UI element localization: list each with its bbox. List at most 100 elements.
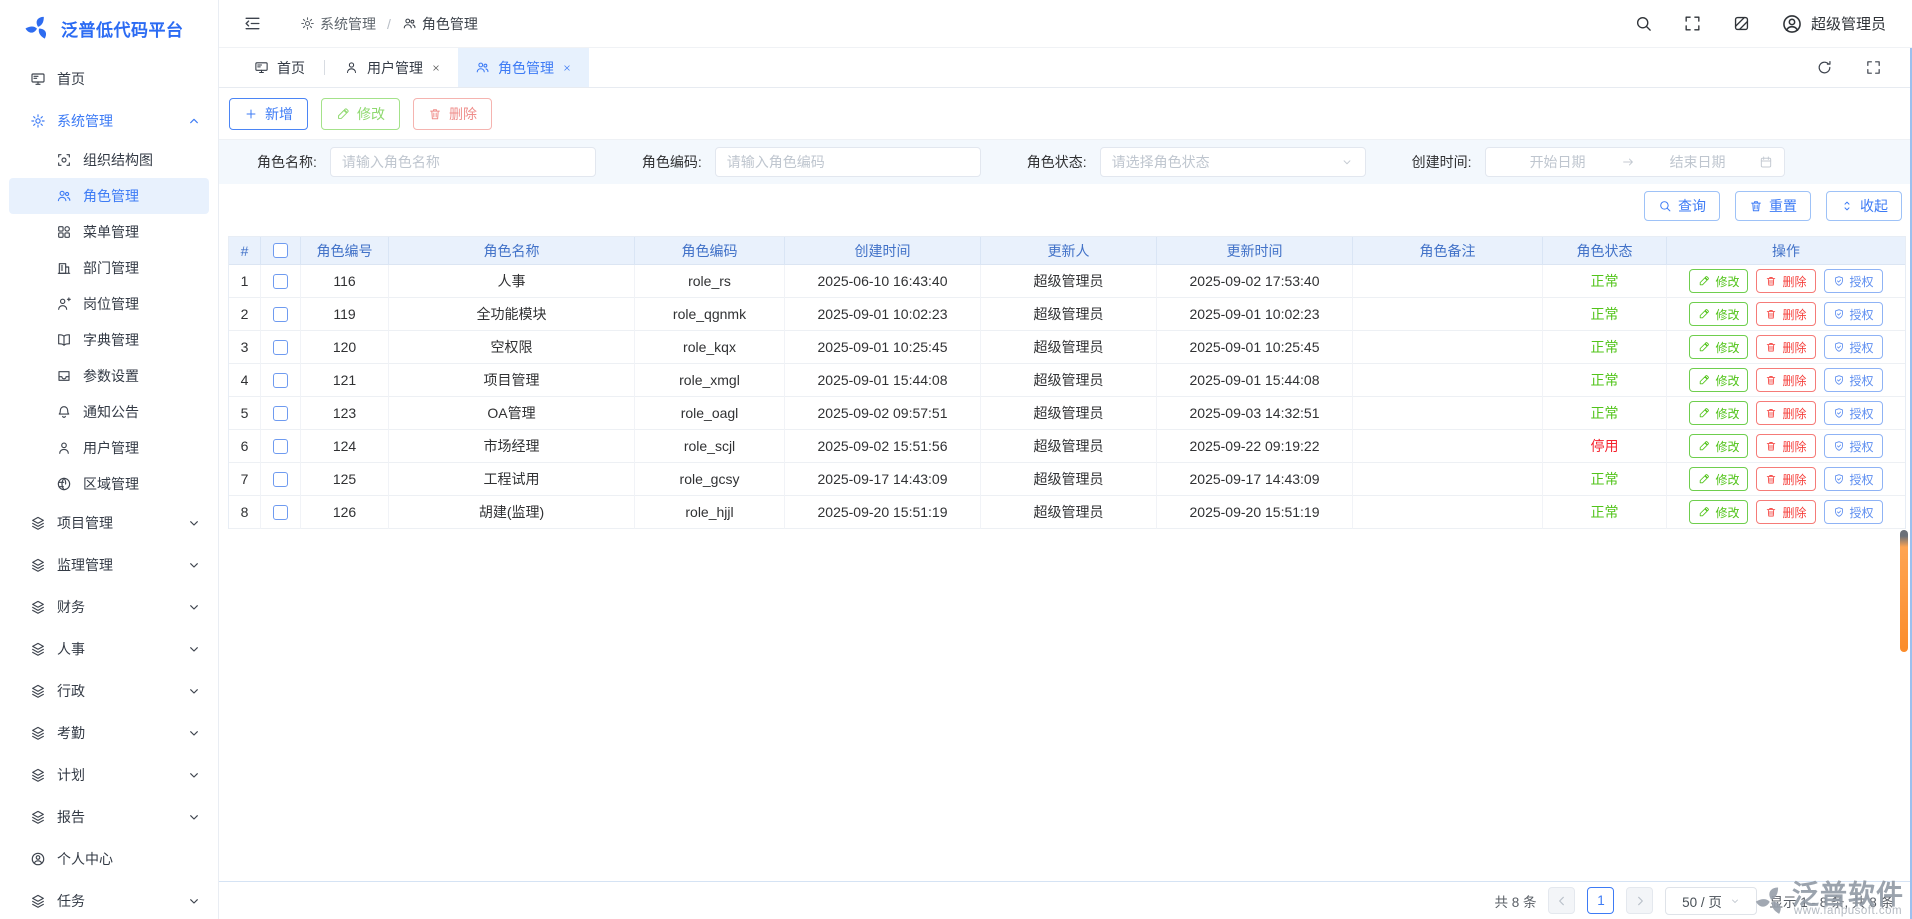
sidebar-item-department-management[interactable]: 部门管理 — [9, 250, 209, 286]
sidebar-item-post-management[interactable]: 岗位管理 — [9, 286, 209, 322]
sidebar-item-finance[interactable]: 财务 — [0, 586, 218, 628]
status-badge: 正常 — [1591, 403, 1619, 423]
role-code-input[interactable] — [715, 147, 981, 177]
row-checkbox[interactable] — [273, 307, 288, 322]
sidebar-item-notice[interactable]: 通知公告 — [9, 394, 209, 430]
role-status-select[interactable]: 请选择角色状态 — [1100, 147, 1366, 177]
row-checkbox[interactable] — [273, 373, 288, 388]
row-auth-button[interactable]: 授权 — [1824, 335, 1883, 359]
row-edit-button[interactable]: 修改 — [1689, 401, 1748, 425]
prev-page-button[interactable] — [1548, 887, 1575, 914]
sidebar-item-label: 系统管理 — [57, 111, 113, 131]
chevron-down-icon — [186, 557, 202, 573]
sidebar-item-home[interactable]: 首页 — [0, 58, 218, 100]
row-checkbox[interactable] — [273, 406, 288, 421]
row-edit-button[interactable]: 修改 — [1689, 500, 1748, 524]
gear-icon — [300, 16, 315, 31]
status-badge: 正常 — [1591, 271, 1619, 291]
role-name-input[interactable] — [330, 147, 596, 177]
tab-home[interactable]: 首页 — [237, 48, 322, 87]
row-delete-button[interactable]: 删除 — [1756, 467, 1815, 491]
row-checkbox[interactable] — [273, 472, 288, 487]
sidebar-item-supervision-management[interactable]: 监理管理 — [0, 544, 218, 586]
row-checkbox[interactable] — [273, 274, 288, 289]
row-edit-button[interactable]: 修改 — [1689, 434, 1748, 458]
sidebar-item-role-management[interactable]: 角色管理 — [9, 178, 209, 214]
row-edit-button[interactable]: 修改 — [1689, 368, 1748, 392]
row-auth-button[interactable]: 授权 — [1824, 401, 1883, 425]
collapse-sidebar-icon[interactable] — [243, 14, 262, 33]
sidebar-item-hr[interactable]: 人事 — [0, 628, 218, 670]
row-delete-button[interactable]: 删除 — [1756, 401, 1815, 425]
page-size-select[interactable]: 50 / 页 — [1665, 887, 1757, 915]
scrollbar-thumb[interactable] — [1900, 530, 1908, 652]
shield-icon — [1833, 341, 1845, 353]
row-checkbox[interactable] — [273, 439, 288, 454]
row-delete-button[interactable]: 删除 — [1756, 434, 1815, 458]
search-button[interactable]: 查询 — [1644, 191, 1720, 221]
refresh-icon[interactable] — [1816, 59, 1833, 76]
select-all-checkbox[interactable] — [273, 243, 288, 258]
row-edit-button[interactable]: 修改 — [1689, 335, 1748, 359]
row-checkbox-cell — [261, 397, 301, 430]
search-icon[interactable] — [1634, 14, 1653, 33]
row-edit-button[interactable]: 修改 — [1689, 269, 1748, 293]
row-delete-button[interactable]: 删除 — [1756, 302, 1815, 326]
sidebar-item-parameter-settings[interactable]: 参数设置 — [9, 358, 209, 394]
row-auth-button[interactable]: 授权 — [1824, 302, 1883, 326]
cell-4: role_gcsy — [635, 463, 785, 496]
current-page-button[interactable]: 1 — [1587, 887, 1614, 914]
sidebar-item-attendance[interactable]: 考勤 — [0, 712, 218, 754]
sidebar-item-administration[interactable]: 行政 — [0, 670, 218, 712]
row-edit-button[interactable]: 修改 — [1689, 302, 1748, 326]
fullscreen-icon[interactable] — [1683, 14, 1702, 33]
user-menu[interactable]: 超级管理员 — [1781, 13, 1886, 35]
row-checkbox-cell — [261, 265, 301, 298]
reset-button[interactable]: 重置 — [1735, 191, 1811, 221]
row-delete-button[interactable]: 删除 — [1756, 368, 1815, 392]
row-delete-button[interactable]: 删除 — [1756, 500, 1815, 524]
sidebar-item-region-management[interactable]: 区域管理 — [9, 466, 209, 502]
tab-close-icon[interactable] — [562, 63, 572, 73]
row-checkbox[interactable] — [273, 340, 288, 355]
cell-0: 6 — [229, 430, 261, 463]
date-range-input[interactable]: 开始日期 结束日期 — [1485, 147, 1785, 177]
layout-icon[interactable] — [1732, 14, 1751, 33]
collapse-filters-button[interactable]: 收起 — [1826, 191, 1902, 221]
sidebar-item-org-structure[interactable]: 组织结构图 — [9, 142, 209, 178]
expand-content-icon[interactable] — [1865, 59, 1882, 76]
row-auth-button[interactable]: 授权 — [1824, 467, 1883, 491]
row-auth-button[interactable]: 授权 — [1824, 368, 1883, 392]
tab-close-icon[interactable] — [431, 63, 441, 73]
row-edit-button[interactable]: 修改 — [1689, 467, 1748, 491]
row-auth-button-label: 授权 — [1850, 504, 1874, 521]
sidebar-item-task[interactable]: 任务 — [0, 880, 218, 919]
tab-role-management[interactable]: 角色管理 — [458, 48, 589, 87]
row-delete-button[interactable]: 删除 — [1756, 335, 1815, 359]
cell-6: 超级管理员 — [981, 364, 1157, 397]
delete-button[interactable]: 删除 — [413, 98, 492, 130]
breadcrumb-role-management[interactable]: 角色管理 — [402, 14, 478, 34]
next-page-button[interactable] — [1626, 887, 1653, 914]
tab-user-management[interactable]: 用户管理 — [327, 48, 458, 87]
sidebar-item-project-management[interactable]: 项目管理 — [0, 502, 218, 544]
sidebar-item-plan[interactable]: 计划 — [0, 754, 218, 796]
row-checkbox[interactable] — [273, 505, 288, 520]
sidebar-item-report[interactable]: 报告 — [0, 796, 218, 838]
row-delete-button[interactable]: 删除 — [1756, 269, 1815, 293]
sidebar-item-label: 组织结构图 — [83, 150, 153, 170]
sidebar-item-user-management[interactable]: 用户管理 — [9, 430, 209, 466]
sidebar-item-menu-management[interactable]: 菜单管理 — [9, 214, 209, 250]
row-auth-button[interactable]: 授权 — [1824, 434, 1883, 458]
sidebar-item-dictionary-management[interactable]: 字典管理 — [9, 322, 209, 358]
globe-icon — [56, 476, 72, 492]
row-auth-button[interactable]: 授权 — [1824, 269, 1883, 293]
sidebar-item-system-management[interactable]: 系统管理 — [0, 100, 218, 142]
edit-button[interactable]: 修改 — [321, 98, 400, 130]
layers-icon — [30, 767, 46, 783]
breadcrumb-system-management[interactable]: 系统管理 — [300, 14, 376, 34]
grid-icon — [56, 224, 72, 240]
sidebar-item-personal-center[interactable]: 个人中心 — [0, 838, 218, 880]
add-button[interactable]: 新增 — [229, 98, 308, 130]
row-auth-button[interactable]: 授权 — [1824, 500, 1883, 524]
